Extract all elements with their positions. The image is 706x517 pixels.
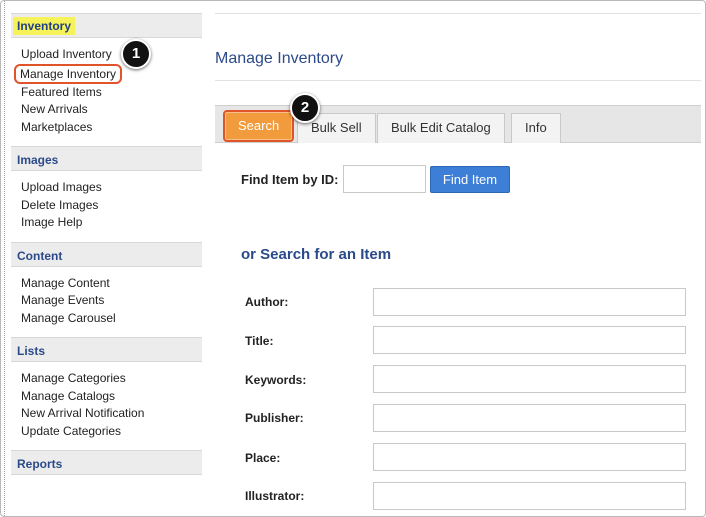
sidebar-section-reports[interactable]: Reports — [11, 450, 202, 475]
find-item-button[interactable]: Find Item — [430, 166, 510, 193]
sidebar-item-upload-images[interactable]: Upload Images — [21, 179, 202, 197]
place-input[interactable] — [373, 443, 686, 471]
tab-bar: Search Bulk Sell Bulk Edit Catalog Info — [215, 105, 701, 143]
sidebar-section-title: Content — [17, 248, 63, 263]
sidebar-lists-list: Manage Categories Manage Catalogs New Ar… — [11, 362, 202, 450]
sidebar-section-lists[interactable]: Lists — [11, 337, 202, 362]
callout-1-badge: 1 — [121, 39, 151, 69]
tab-bulk-edit-catalog[interactable]: Bulk Edit Catalog — [377, 113, 505, 143]
keywords-label: Keywords: — [245, 373, 307, 387]
sidebar-item-manage-catalogs[interactable]: Manage Catalogs — [21, 388, 202, 406]
publisher-input[interactable] — [373, 404, 686, 432]
sidebar-section-inventory[interactable]: Inventory — [11, 13, 202, 38]
sidebar-section-title: Images — [17, 153, 59, 167]
sidebar-section-content[interactable]: Content — [11, 241, 202, 267]
sidebar-section-images[interactable]: Images — [11, 146, 202, 171]
sidebar-item-update-categories[interactable]: Update Categories — [21, 423, 202, 441]
sidebar-item-manage-inventory[interactable]: Manage Inventory — [14, 63, 123, 84]
sidebar-item-manage-events[interactable]: Manage Events — [21, 292, 202, 310]
sidebar-item-new-arrivals[interactable]: New Arrivals — [21, 101, 202, 119]
sidebar-item-delete-images[interactable]: Delete Images — [21, 197, 202, 215]
title-input[interactable] — [373, 326, 686, 354]
title-label: Title: — [245, 334, 274, 348]
place-label: Place: — [245, 451, 281, 465]
sidebar-section-title: Lists — [17, 344, 46, 358]
find-item-id-input[interactable] — [343, 165, 426, 193]
sidebar-section-title: Reports — [17, 457, 63, 471]
sidebar-nav: Inventory Upload Inventory Manage Invent… — [11, 13, 202, 475]
sidebar-item-new-arrival-notification[interactable]: New Arrival Notification — [21, 405, 202, 423]
author-label: Author: — [245, 295, 289, 309]
left-edge-rule — [4, 1, 6, 516]
illustrator-input[interactable] — [373, 482, 686, 510]
sidebar-section-title: Inventory — [13, 17, 76, 35]
tab-search[interactable]: Search — [223, 110, 295, 142]
callout-2-badge: 2 — [290, 93, 320, 123]
sidebar-item-upload-inventory[interactable]: Upload Inventory — [21, 46, 202, 64]
sidebar-inventory-list: Upload Inventory Manage Inventory Featur… — [11, 38, 202, 146]
page-title: Manage Inventory — [215, 50, 344, 67]
app-window: Inventory Upload Inventory Manage Invent… — [0, 0, 706, 517]
search-heading: or Search for an Item — [241, 246, 392, 263]
sidebar-content-list: Manage Content Manage Events Manage Caro… — [11, 267, 202, 338]
illustrator-label: Illustrator: — [245, 489, 305, 503]
keywords-input[interactable] — [373, 365, 686, 393]
sidebar-images-list: Upload Images Delete Images Image Help — [11, 171, 202, 242]
sidebar-item-image-help[interactable]: Image Help — [21, 214, 202, 232]
find-item-label: Find Item by ID: — [241, 172, 339, 187]
sidebar-item-manage-content[interactable]: Manage Content — [21, 275, 202, 293]
sidebar-item-manage-carousel[interactable]: Manage Carousel — [21, 310, 202, 328]
sidebar-item-manage-categories[interactable]: Manage Categories — [21, 370, 202, 388]
top-divider — [215, 13, 701, 14]
author-input[interactable] — [373, 288, 686, 316]
title-divider — [215, 80, 701, 81]
publisher-label: Publisher: — [245, 411, 304, 425]
tab-info[interactable]: Info — [511, 113, 561, 143]
sidebar-item-featured-items[interactable]: Featured Items — [21, 84, 202, 102]
sidebar-item-marketplaces[interactable]: Marketplaces — [21, 119, 202, 137]
